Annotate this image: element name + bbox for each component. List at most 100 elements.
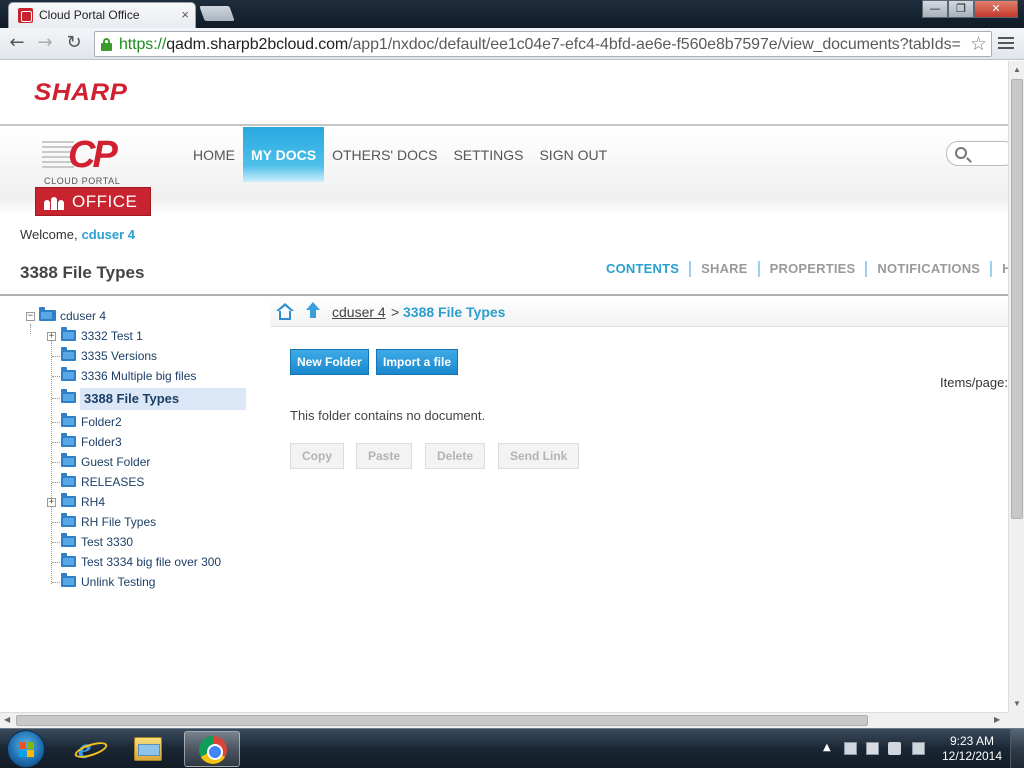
import-file-button[interactable]: Import a file	[376, 349, 459, 375]
scroll-left-icon[interactable]: ◀	[4, 715, 10, 724]
tree-item-3388-file-types[interactable]: 3388 File Types	[20, 388, 250, 410]
breadcrumb-separator: >	[391, 304, 400, 320]
file-explorer-icon	[134, 737, 162, 761]
display-icon[interactable]	[912, 742, 925, 755]
folder-icon	[61, 573, 76, 587]
paste-button[interactable]: Paste	[356, 443, 413, 469]
new-folder-button[interactable]: New Folder	[290, 349, 369, 375]
up-arrow-icon[interactable]	[306, 302, 320, 320]
bookmark-star-icon[interactable]: ☆	[970, 33, 987, 55]
welcome-user-link[interactable]: cduser 4	[82, 227, 135, 242]
tree-root[interactable]: − cduser 4	[20, 306, 220, 326]
folder-icon	[61, 347, 76, 361]
vertical-scroll-thumb[interactable]	[1011, 79, 1023, 519]
empty-folder-message: This folder contains no document.	[290, 408, 486, 423]
page-viewport: SHARP CP CLOUD PORTAL OFFICE HOME MY DOC…	[0, 61, 1008, 712]
tree-item-label: 3332 Test 1	[81, 329, 143, 343]
clock-time: 9:23 AM	[949, 734, 995, 748]
tree-item-label: Guest Folder	[81, 455, 151, 469]
action-center-icon[interactable]	[844, 742, 857, 755]
browser-title-bar: Cloud Portal Office × — ❐ ✕	[0, 0, 1024, 28]
url-text: https://qadm.sharpb2bcloud.com/app1/nxdo…	[119, 36, 961, 53]
back-button[interactable]: ←	[6, 33, 28, 55]
clock-date: 12/12/2014	[941, 749, 1003, 763]
nav-others-docs[interactable]: OTHERS' DOCS	[324, 127, 445, 182]
folder-icon	[61, 433, 76, 447]
forward-button[interactable]: →	[34, 33, 56, 55]
taskbar-internet-explorer[interactable]: e	[62, 731, 118, 767]
tree-item-3336-multiple-big-files[interactable]: 3336 Multiple big files	[20, 366, 250, 386]
tree-item-label: RH File Types	[81, 515, 157, 529]
tree-item-label: Test 3330	[81, 535, 134, 549]
tab-close-icon[interactable]: ×	[181, 7, 189, 22]
tree-item-releases[interactable]: RELEASES	[20, 472, 250, 492]
show-hidden-icons-icon[interactable]: ▲	[823, 742, 831, 753]
show-desktop-button[interactable]	[1010, 729, 1024, 768]
lock-icon	[101, 38, 112, 51]
taskbar-chrome[interactable]	[184, 731, 240, 767]
tree-item-folder2[interactable]: Folder2	[20, 412, 250, 432]
new-tab-button[interactable]	[199, 6, 235, 21]
nav-settings[interactable]: SETTINGS	[445, 127, 531, 182]
search-icon[interactable]	[955, 147, 967, 159]
start-button[interactable]	[7, 730, 45, 768]
tab-share[interactable]: SHARE	[689, 261, 758, 277]
items-per-page-label: Items/page:	[940, 375, 1008, 390]
home-icon[interactable]	[276, 303, 294, 320]
tree-item-guest-folder[interactable]: Guest Folder	[20, 452, 250, 472]
scroll-up-icon[interactable]: ▲	[1013, 65, 1021, 74]
restore-button[interactable]: ❐	[948, 0, 974, 18]
window-controls: — ❐ ✕	[922, 0, 1018, 18]
tree-item-3335-versions[interactable]: 3335 Versions	[20, 346, 250, 366]
tree-item-test-3330[interactable]: Test 3330	[20, 532, 250, 552]
horizontal-scroll-thumb[interactable]	[16, 715, 868, 726]
breadcrumb: cduser 4 > 3388 File Types	[270, 296, 1008, 327]
address-bar[interactable]: https://qadm.sharpb2bcloud.com/app1/nxdo…	[94, 31, 992, 57]
nav-sign-out[interactable]: SIGN OUT	[531, 127, 615, 182]
tree-item-3332-test-1[interactable]: + 3332 Test 1	[20, 326, 250, 346]
tab-notifications[interactable]: NOTIFICATIONS	[865, 261, 990, 277]
scroll-down-icon[interactable]: ▼	[1013, 699, 1021, 708]
search-input[interactable]	[946, 141, 1008, 166]
breadcrumb-parent-link[interactable]: cduser 4	[332, 304, 386, 320]
tree-item-unlink-testing[interactable]: Unlink Testing	[20, 572, 250, 592]
tree-item-label: Folder3	[81, 435, 122, 449]
network-warning-icon[interactable]	[866, 742, 879, 755]
expand-icon[interactable]: +	[47, 498, 56, 507]
minimize-button[interactable]: —	[922, 0, 948, 18]
tab-history[interactable]: HI	[990, 261, 1008, 277]
close-window-button[interactable]: ✕	[974, 0, 1018, 18]
folder-icon	[61, 389, 76, 403]
tab-properties[interactable]: PROPERTIES	[757, 261, 866, 277]
tree-item-folder3[interactable]: Folder3	[20, 432, 250, 452]
tree-item-label: Test 3334 big file over 300	[81, 555, 222, 569]
browser-toolbar: ← → ↻ https://qadm.sharpb2bcloud.com/app…	[0, 28, 1024, 60]
tree-item-label: RELEASES	[81, 475, 145, 489]
scroll-right-icon[interactable]: ▶	[994, 715, 1000, 724]
cloud-portal-office-logo[interactable]: CP CLOUD PORTAL OFFICE	[34, 135, 152, 216]
tree-item-rh-file-types[interactable]: RH File Types	[20, 512, 250, 532]
send-link-button[interactable]: Send Link	[498, 443, 580, 469]
tab-contents[interactable]: CONTENTS	[600, 261, 689, 277]
office-label: OFFICE	[72, 192, 138, 211]
delete-button[interactable]: Delete	[425, 443, 486, 469]
expand-icon[interactable]: +	[47, 332, 56, 341]
horizontal-scrollbar[interactable]: ◀ ▶	[0, 712, 1008, 728]
tree-item-rh4[interactable]: + RH4	[20, 492, 250, 512]
browser-menu-icon[interactable]	[998, 37, 1014, 51]
breadcrumb-current: 3388 File Types	[403, 304, 506, 320]
taskbar-file-explorer[interactable]	[120, 731, 176, 767]
nav-my-docs[interactable]: MY DOCS	[243, 127, 325, 182]
reload-button[interactable]: ↻	[63, 33, 85, 55]
vertical-scrollbar[interactable]: ▲ ▼	[1008, 61, 1024, 712]
sharp-logo[interactable]: SHARP	[34, 79, 127, 107]
windows-logo-icon	[19, 742, 35, 758]
collapse-icon[interactable]: −	[26, 312, 35, 321]
nav-home[interactable]: HOME	[185, 127, 243, 182]
tree-item-test-3334[interactable]: Test 3334 big file over 300	[20, 552, 250, 572]
volume-icon[interactable]	[888, 742, 901, 755]
copy-button[interactable]: Copy	[290, 443, 344, 469]
system-clock[interactable]: 9:23 AM 12/12/2014	[938, 734, 1006, 764]
folder-icon	[61, 533, 76, 547]
browser-tab[interactable]: Cloud Portal Office ×	[8, 2, 196, 28]
